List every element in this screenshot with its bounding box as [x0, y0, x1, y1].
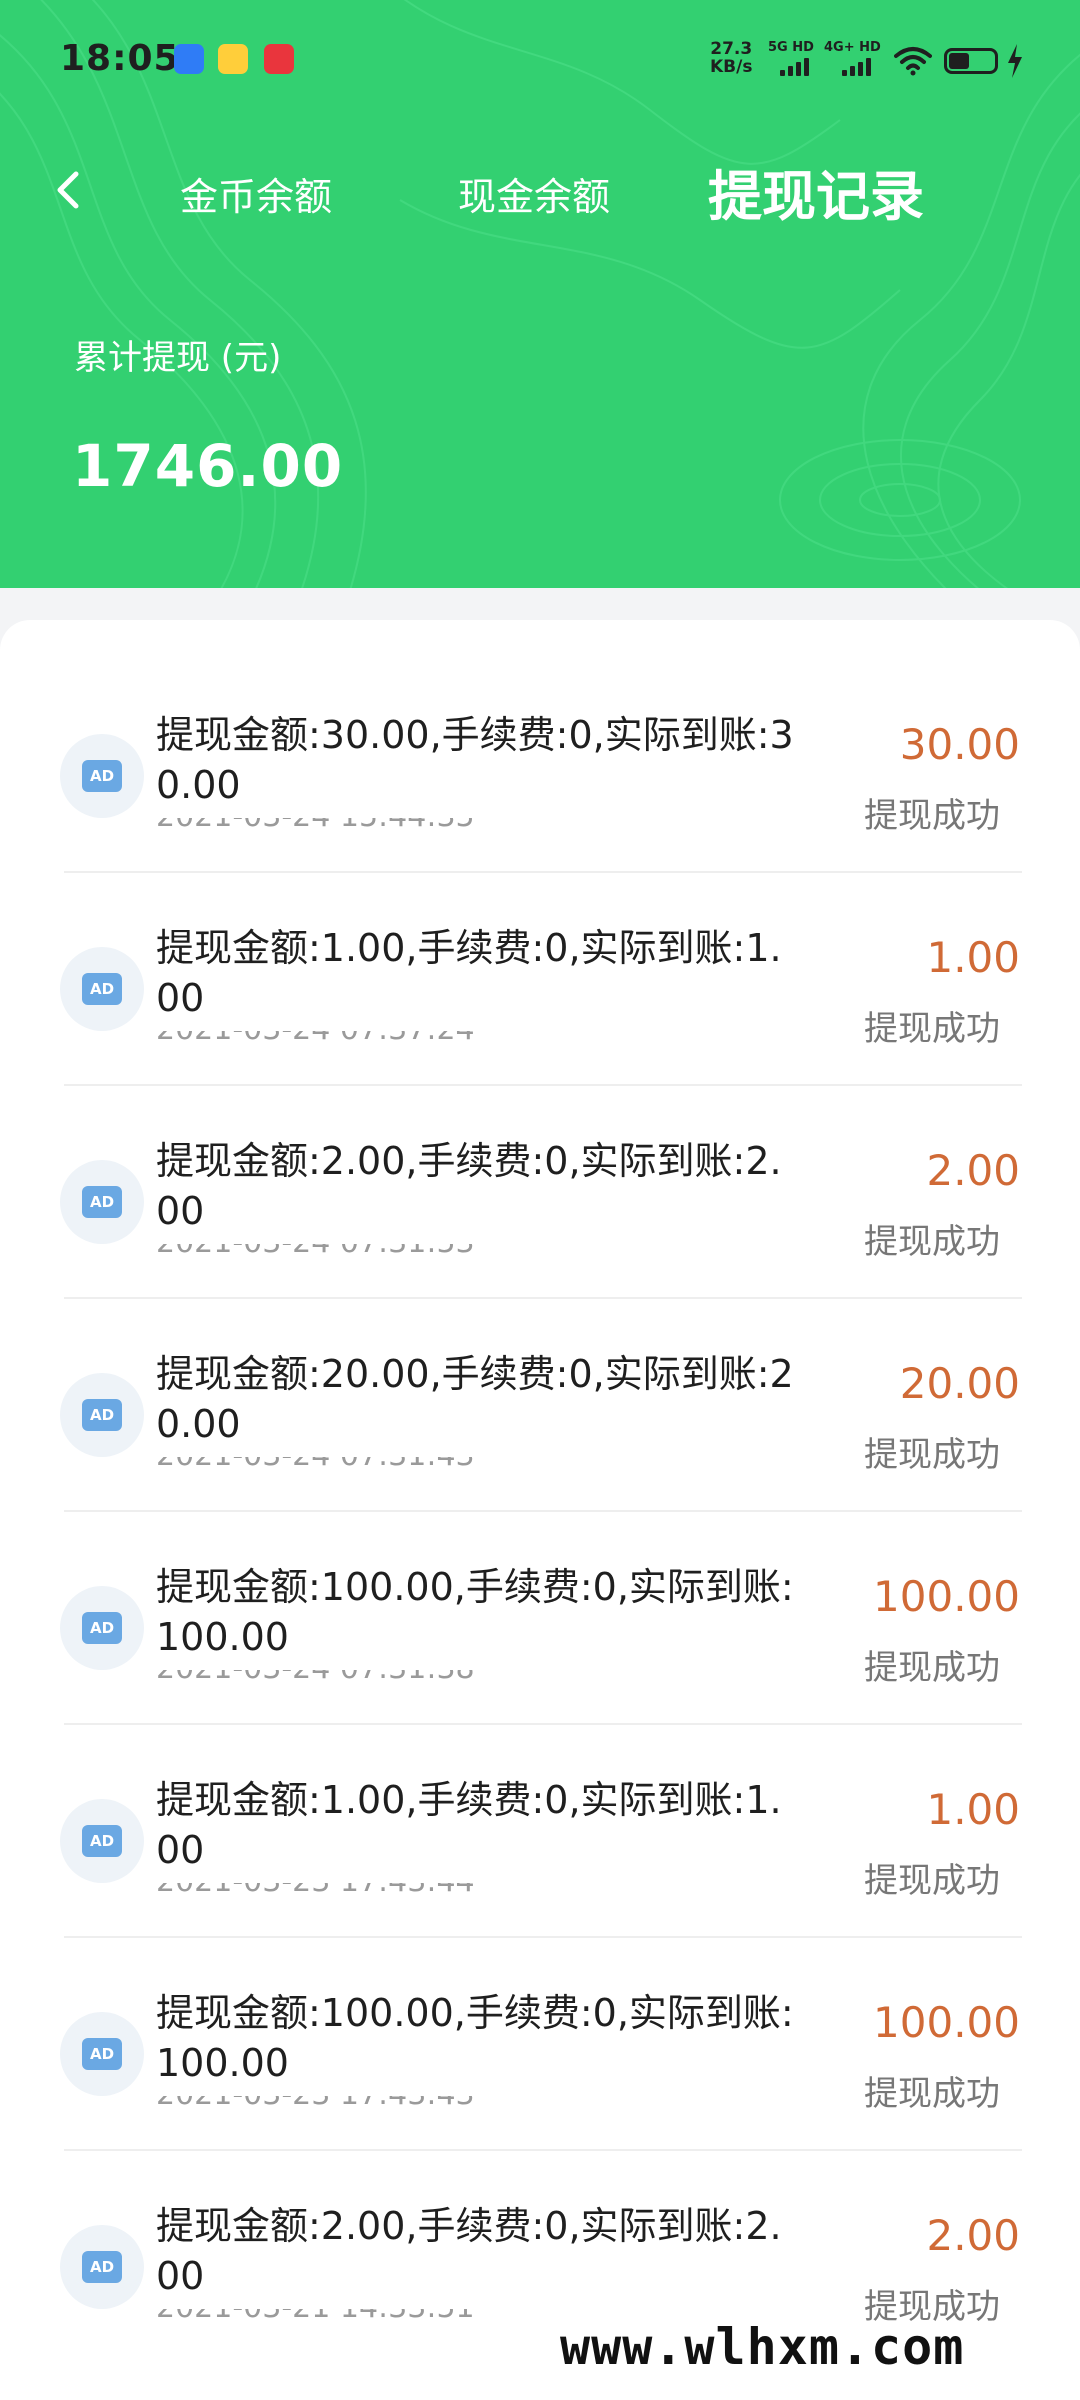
- record-date: 2021-03-24 15:44:35: [156, 818, 536, 832]
- back-arrow-icon[interactable]: [44, 160, 94, 220]
- total-withdraw-label: 累计提现 (元): [74, 338, 282, 378]
- record-date: 2021-03-24 07:31:53: [156, 1244, 536, 1258]
- record-description: 提现金额:2.00,手续费:0,实际到账:2.00: [156, 2204, 782, 2298]
- record-date: 2021-03-23 17:43:43: [156, 2096, 536, 2110]
- status-bar: 18:05 27.3 KB/s 5G HD 4G+ HD: [0, 0, 1080, 120]
- list-item[interactable]: AD 提现金额:20.00,手续费:0,实际到账:20.00 2021-03-2…: [0, 1299, 1080, 1512]
- list-item[interactable]: AD 提现金额:100.00,手续费:0,实际到账:100.00 2021-03…: [0, 1938, 1080, 2151]
- ad-icon: AD: [60, 2012, 144, 2096]
- record-date: 2021-03-23 17:43:44: [156, 1883, 536, 1897]
- ad-icon: AD: [60, 1373, 144, 1457]
- network-speed: 27.3 KB/s: [710, 40, 752, 76]
- record-amount: 1.00: [926, 1785, 1020, 1834]
- signal-4g-bars-icon: [842, 58, 882, 76]
- record-description: 提现金额:1.00,手续费:0,实际到账:1.00: [156, 1778, 782, 1872]
- record-status: 提现成功: [864, 1861, 1000, 1901]
- list-item[interactable]: AD 提现金额:1.00,手续费:0,实际到账:1.00 2021-03-24 …: [0, 873, 1080, 1086]
- tab-cash-balance[interactable]: 现金余额: [458, 166, 610, 221]
- withdraw-record-list: AD 提现金额:30.00,手续费:0,实际到账:30.00 2021-03-2…: [0, 620, 1080, 2400]
- record-description: 提现金额:1.00,手续费:0,实际到账:1.00: [156, 926, 782, 1020]
- status-time: 18:05: [60, 38, 180, 79]
- wifi-icon: [894, 47, 932, 76]
- record-amount: 30.00: [899, 720, 1020, 769]
- ad-icon: AD: [60, 1586, 144, 1670]
- list-item[interactable]: AD 提现金额:2.00,手续费:0,实际到账:2.00 2021-03-24 …: [0, 1086, 1080, 1299]
- network-speed-unit: KB/s: [710, 57, 753, 77]
- record-status: 提现成功: [864, 2074, 1000, 2114]
- list-item[interactable]: AD 提现金额:1.00,手续费:0,实际到账:1.00 2021-03-23 …: [0, 1725, 1080, 1938]
- signal-4g-label: 4G+ HD: [824, 40, 881, 55]
- record-description: 提现金额:2.00,手续费:0,实际到账:2.00: [156, 1139, 782, 1233]
- record-amount: 20.00: [899, 1359, 1020, 1408]
- battery-icon: [944, 48, 998, 74]
- record-date: 2021-03-24 07:37:24: [156, 1031, 536, 1045]
- charging-icon: [1008, 44, 1022, 78]
- record-amount: 2.00: [926, 1146, 1020, 1195]
- ad-icon: AD: [60, 947, 144, 1031]
- tab-gold-balance[interactable]: 金币余额: [180, 166, 332, 221]
- ad-icon: AD: [60, 2225, 144, 2309]
- signal-5g-label: 5G HD: [768, 40, 814, 55]
- tab-withdraw-records[interactable]: 提现记录: [708, 152, 924, 231]
- signal-5g-bars-icon: [780, 58, 820, 76]
- total-withdraw-value: 1746.00: [72, 432, 344, 500]
- list-item[interactable]: AD 提现金额:100.00,手续费:0,实际到账:100.00 2021-03…: [0, 1512, 1080, 1725]
- record-amount: 1.00: [926, 933, 1020, 982]
- record-status: 提现成功: [864, 1009, 1000, 1049]
- ad-icon: AD: [60, 1160, 144, 1244]
- watermark: www.wlhxm.com: [560, 2318, 965, 2376]
- record-description: 提现金额:100.00,手续费:0,实际到账:100.00: [156, 1565, 794, 1659]
- clown-app-notification-icon: [218, 44, 248, 74]
- message-notification-icon: [174, 44, 204, 74]
- header: 18:05 27.3 KB/s 5G HD 4G+ HD 金币余额 现金余额 提…: [0, 0, 1080, 588]
- record-date: 2021-03-21 14:33:51: [156, 2309, 536, 2323]
- news-app-notification-icon: [264, 44, 294, 74]
- record-description: 提现金额:20.00,手续费:0,实际到账:20.00: [156, 1352, 794, 1446]
- record-amount: 100.00: [873, 1572, 1020, 1621]
- network-speed-value: 27.3: [710, 39, 753, 59]
- record-status: 提现成功: [864, 1435, 1000, 1475]
- ad-icon: AD: [60, 734, 144, 818]
- record-status: 提现成功: [864, 796, 1000, 836]
- record-date: 2021-03-24 07:31:38: [156, 1670, 536, 1684]
- record-status: 提现成功: [864, 1648, 1000, 1688]
- record-date: 2021-03-24 07:31:43: [156, 1457, 536, 1471]
- ad-icon: AD: [60, 1799, 144, 1883]
- record-amount: 2.00: [926, 2211, 1020, 2260]
- record-status: 提现成功: [864, 1222, 1000, 1262]
- record-amount: 100.00: [873, 1998, 1020, 2047]
- record-description: 提现金额:30.00,手续费:0,实际到账:30.00: [156, 713, 794, 807]
- list-item[interactable]: AD 提现金额:30.00,手续费:0,实际到账:30.00 2021-03-2…: [0, 660, 1080, 873]
- record-description: 提现金额:100.00,手续费:0,实际到账:100.00: [156, 1991, 794, 2085]
